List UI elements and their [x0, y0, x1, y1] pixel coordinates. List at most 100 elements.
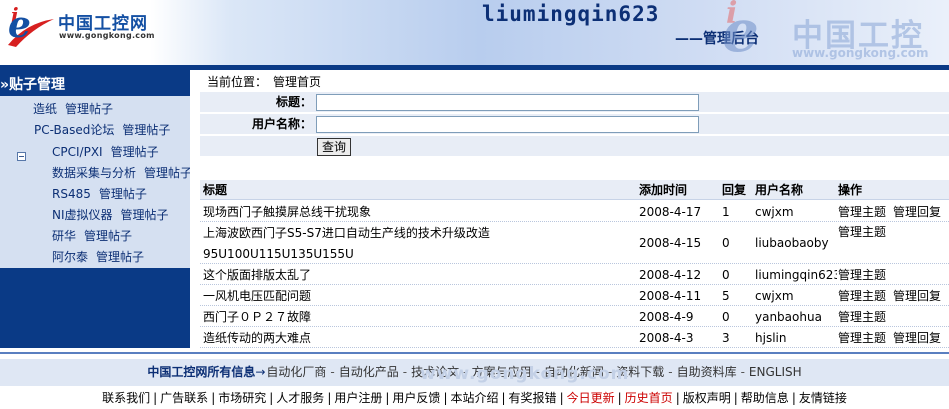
post-date-cell: 2008-4-15 — [639, 236, 702, 250]
table-header-row: 标题 添加时间 回复 用户名称 操作 — [200, 180, 949, 200]
col-header-title: 标题 — [203, 183, 228, 197]
post-title-link[interactable]: 上海波欧西门子S5-S7进口自动生产线的技术升级改造 — [203, 226, 490, 240]
reply-count-cell: 0 — [722, 310, 730, 324]
footer-link[interactable]: 历史首页 — [625, 391, 673, 405]
sidebar-item-name[interactable]: 研华 — [52, 229, 76, 243]
col-header-action: 操作 — [838, 183, 863, 197]
footer-nav-link[interactable]: ENGLISH — [749, 365, 802, 379]
sidebar-item-altai: 阿尔泰 管理帖子 — [52, 247, 144, 267]
footer-link-separator: | — [559, 391, 564, 405]
manage-reply-link[interactable]: 管理回复 — [893, 331, 941, 345]
sidebar-item-name[interactable]: CPCI/PXI — [52, 145, 103, 159]
footer-nav-link[interactable]: 技术论文 — [411, 365, 459, 379]
post-title-link[interactable]: 一风机电压匹配问题 — [203, 289, 311, 303]
table-row: 现场西门子触摸屏总线干扰现象 2008-4-17 1 cwjxm 管理主题 管理回复 — [200, 201, 949, 222]
manage-posts-link[interactable]: 管理帖子 — [65, 102, 113, 116]
logo-e-letter: e — [8, 4, 31, 46]
table-row: 西门子０Ｐ２７故障 2008-4-9 0 yanbaohua 管理主题 — [200, 306, 949, 327]
footer-link[interactable]: 本站介绍 — [450, 391, 498, 405]
post-title-cell-line2: 95U100U115U135U155U — [203, 244, 633, 264]
footer-links: 联系我们 | 广告联系 | 市场研究 | 人才服务 | 用户注册 | 用户反馈 | 本站介绍 | 有奖报错 |… — [0, 389, 949, 407]
manage-posts-link[interactable]: 管理帖子 — [84, 229, 132, 243]
post-date-cell: 2008-4-12 — [639, 268, 702, 282]
post-title-cell: 一风机电压匹配问题 — [203, 286, 633, 306]
title-search-input[interactable] — [316, 94, 699, 111]
manage-posts-link[interactable]: 管理帖子 — [144, 166, 190, 180]
footer-link[interactable]: 今日更新 — [567, 391, 615, 405]
footer-link[interactable]: 用户注册 — [334, 391, 382, 405]
sidebar-item-name[interactable]: 阿尔泰 — [52, 250, 88, 264]
post-title-cell: 造纸传动的两大难点 — [203, 328, 633, 348]
site-header: i e 中国工控网 www.gongkong.com liumingqin623… — [0, 0, 949, 65]
sidebar-item-name[interactable]: RS485 — [52, 187, 91, 201]
post-title-link[interactable]: 这个版面排版太乱了 — [203, 268, 311, 282]
footer-nav-link[interactable]: 自动化厂商 — [266, 365, 326, 379]
manage-topic-cell: 管理主题 — [838, 265, 886, 285]
sidebar-item-name[interactable]: NI虚拟仪器 — [52, 208, 113, 222]
reply-count-cell: 5 — [722, 289, 730, 303]
gongkong-logo[interactable]: i e 中国工控网 www.gongkong.com — [6, 3, 166, 48]
footer-link[interactable]: 帮助信息 — [741, 391, 789, 405]
footer-link[interactable]: 版权声明 — [683, 391, 731, 405]
footer-nav-separator: - — [402, 365, 408, 379]
sidebar-forum-tree: 造纸 管理帖子 PC-Based论坛 管理帖子 CPCI/PXI 管理帖子 数据采集与… — [0, 96, 190, 268]
manage-reply-link[interactable]: 管理回复 — [893, 205, 941, 219]
manage-topic-link[interactable]: 管理主题 — [838, 310, 886, 324]
footer-link[interactable]: 人才服务 — [276, 391, 324, 405]
sidebar-item-zaozhi: 造纸 管理帖子 — [33, 99, 113, 119]
manage-posts-link[interactable]: 管理帖子 — [99, 187, 147, 201]
logo-url: www.gongkong.com — [59, 31, 155, 40]
footer-link[interactable]: 用户反馈 — [392, 391, 440, 405]
username-search-input[interactable] — [316, 116, 699, 133]
table-row: 一风机电压匹配问题 2008-4-11 5 cwjxm 管理主题 管理回复 — [200, 285, 949, 306]
manage-topic-link[interactable]: 管理主题 — [838, 289, 886, 303]
footer-link-separator: | — [791, 391, 796, 405]
manage-posts-link[interactable]: 管理帖子 — [111, 145, 159, 159]
query-button[interactable]: 查询 — [317, 138, 351, 156]
manage-topic-link[interactable]: 管理主题 — [838, 268, 886, 282]
footer-link-separator: | — [153, 391, 158, 405]
footer-nav-separator: - — [607, 365, 613, 379]
reply-count-cell: 3 — [722, 331, 730, 345]
sidebar-item-name[interactable]: PC-Based论坛 — [34, 123, 114, 137]
post-title-link[interactable]: 西门子０Ｐ２７故障 — [203, 310, 311, 324]
footer-nav-link[interactable]: 资料下载 — [616, 365, 664, 379]
manage-topic-link[interactable]: 管理主题 — [838, 205, 886, 219]
manage-reply-cell: 管理回复 — [893, 328, 941, 348]
footer-divider — [0, 352, 949, 354]
post-title-link[interactable]: 造纸传动的两大难点 — [203, 331, 311, 345]
footer-link[interactable]: 广告联系 — [160, 391, 208, 405]
manage-reply-link[interactable]: 管理回复 — [893, 289, 941, 303]
title-label: 标题： — [275, 95, 312, 109]
sidebar-item-name[interactable]: 造纸 — [33, 102, 57, 116]
manage-topic-link[interactable]: 管理主题 — [838, 331, 886, 345]
footer-nav-link[interactable]: 自动化产品 — [339, 365, 399, 379]
col-header-date: 添加时间 — [639, 183, 688, 197]
footer-link[interactable]: 市场研究 — [218, 391, 266, 405]
collapse-tree-icon[interactable] — [17, 152, 26, 161]
footer-link[interactable]: 友情链接 — [799, 391, 847, 405]
footer-nav-link[interactable]: 方案与应用 — [471, 365, 531, 379]
header-watermark-logo: i e 中国工控网 www.gongkong.com — [722, 0, 949, 65]
post-date-cell: 2008-4-9 — [639, 310, 694, 324]
breadcrumb: 当前位置： 管理首页 — [207, 73, 321, 91]
footer-link-separator: | — [501, 391, 506, 405]
post-title-link[interactable]: 现场西门子触摸屏总线干扰现象 — [203, 205, 371, 219]
post-title-link[interactable]: 95U100U115U135U155U — [203, 247, 354, 261]
sidebar-item-name[interactable]: 数据采集与分析 — [52, 166, 136, 180]
footer-nav-link[interactable]: 自动化新闻 — [544, 365, 604, 379]
footer-link[interactable]: 联系我们 — [102, 391, 150, 405]
col-header-user: 用户名称 — [755, 183, 804, 197]
post-user-cell: hjslin — [755, 331, 787, 345]
manage-topic-cell: 管理主题 — [838, 202, 886, 222]
manage-posts-link[interactable]: 管理帖子 — [122, 123, 170, 137]
footer-nav-link[interactable]: 自助资料库 — [677, 365, 737, 379]
sidebar-item-ni: NI虚拟仪器 管理帖子 — [52, 205, 169, 225]
col-header-replies: 回复 — [722, 183, 747, 197]
post-user-cell: liumingqin623 — [755, 268, 837, 282]
footer-link[interactable]: 有奖报错 — [509, 391, 557, 405]
manage-posts-link[interactable]: 管理帖子 — [121, 208, 169, 222]
manage-posts-link[interactable]: 管理帖子 — [96, 250, 144, 264]
manage-topic-link[interactable]: 管理主题 — [838, 225, 886, 239]
reply-count-cell: 0 — [722, 268, 730, 282]
